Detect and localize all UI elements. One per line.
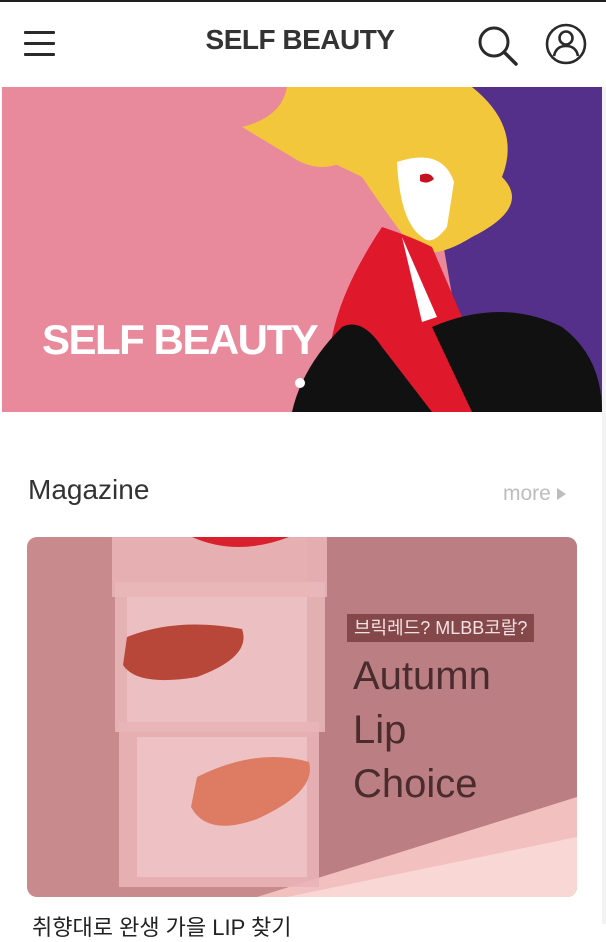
search-icon[interactable] xyxy=(476,24,520,68)
user-account-icon[interactable] xyxy=(544,22,588,66)
headline-line: Lip xyxy=(353,708,407,752)
section-title: Magazine xyxy=(28,474,150,505)
hero-banner[interactable]: SELF BEAUTY xyxy=(2,87,602,412)
card-caption[interactable]: 취향대로 완생 가을 LIP 찾기 xyxy=(32,910,291,942)
hero-title: SELF BEAUTY xyxy=(42,316,319,363)
more-label: more xyxy=(503,482,551,505)
more-link[interactable]: more xyxy=(503,482,566,506)
carousel-dot-active[interactable] xyxy=(295,378,305,388)
magazine-card[interactable]: 브릭레드? MLBB코랄? Autumn Lip Choice xyxy=(27,537,577,897)
card-headline: Autumn Lip Choice xyxy=(353,649,573,811)
headline-line: Choice xyxy=(353,762,478,806)
site-logo[interactable]: SELF BEAUTY xyxy=(150,24,450,56)
scrollbar-track xyxy=(602,87,606,924)
card-tag: 브릭레드? MLBB코랄? xyxy=(347,614,535,642)
top-header: SELF BEAUTY xyxy=(0,2,606,87)
play-arrow-icon xyxy=(556,488,566,500)
hamburger-menu-icon[interactable] xyxy=(22,28,58,60)
headline-line: Autumn xyxy=(353,654,491,698)
